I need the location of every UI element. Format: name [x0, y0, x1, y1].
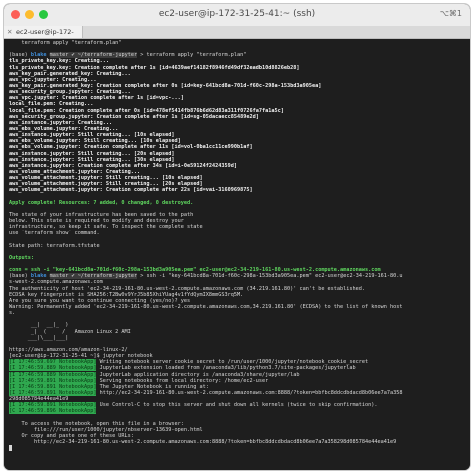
- terminal-text-segment: infrastructure, so keep it safe. To insp…: [9, 224, 203, 231]
- terminal-text-segment: aws_instance.jupyter: Creation complete …: [9, 162, 237, 169]
- terminal-text-segment: Apply complete! Resources: 7 added, 0 ch…: [9, 199, 194, 206]
- terminal-text-segment: local_file.pem: Creating...: [9, 101, 94, 108]
- terminal-text-segment: The state of your infrastructure has bee…: [9, 211, 194, 218]
- terminal-cursor: [9, 445, 12, 451]
- terminal-text-segment: ___|\___|___|: [9, 334, 69, 341]
- terminal-text-segment: s-west-2.compute.amazonaws.com: [9, 279, 103, 286]
- terminal-text-segment: aws_security_group.jupyter: Creation com…: [9, 113, 259, 120]
- terminal-text-segment: aws_key_pair.generated_key: Creation com…: [9, 82, 322, 89]
- terminal-text-segment: [I 17:46:59.697 NotebookApp]: [9, 359, 97, 366]
- terminal-text-segment: Serving notebooks from local directory: …: [96, 377, 269, 384]
- terminal-text-segment: Writing notebook server cookie secret to…: [96, 359, 369, 366]
- terminal-text-segment: ECDSA key fingerprint is SHA256:T2Bw0v9Y…: [9, 291, 244, 298]
- terminal-text-segment: [I 17:46:59.891 NotebookApp]: [9, 390, 97, 397]
- terminal-text-segment: aws_ebs_volume.jupyter: Creation complet…: [9, 144, 253, 151]
- terminal-text-segment: aws_volume_attachment.jupyter: Creation …: [9, 187, 253, 194]
- terminal-text-segment: aws_volume_attachment.jupyter: Still cre…: [9, 181, 203, 188]
- terminal-window: ec2-user@ip-172-31-25-41:~ (ssh) ⌥⌘1 ✕ e…: [4, 4, 470, 470]
- terminal-text-segment: The Jupyter Notebook is running at:: [96, 383, 209, 390]
- terminal-text-segment: aws_vpc.jupyter: Creation complete after…: [9, 95, 184, 102]
- terminal-text-segment: conn = ssh -i "key-641bcd8a-701d-f60c-29…: [9, 267, 381, 274]
- terminal-text-segment: below. This state is required to modify …: [9, 218, 184, 225]
- terminal-text-segment: blake: [30, 273, 50, 280]
- terminal-text-segment: > terraform apply "terraform.plan": [137, 52, 247, 59]
- terminal-text-segment: aws_instance.jupyter: Creating...: [9, 119, 113, 126]
- terminal-text-segment: aws_key_pair.generated_key: Creating...: [9, 70, 131, 77]
- terminal-text-segment: [C 17:46:59.896 NotebookApp]: [9, 408, 97, 415]
- terminal-text-segment: JupyterLab application directory is /ana…: [96, 371, 300, 378]
- terminal-text-segment: master ✔ ~/terraform-jupyter: [49, 52, 138, 59]
- terminal-text-segment: _| ( / Amazon Linux 2 AMI: [9, 328, 131, 335]
- terminal-text-segment: aws_ebs_volume.jupyter: Still creating..…: [9, 138, 181, 145]
- terminal-text-segment: [I 17:46:59.891 NotebookApp]: [9, 377, 97, 384]
- terminal-text-segment: [I 17:46:59.891 NotebookApp]: [9, 383, 97, 390]
- terminal-text-segment: Outputs:: [9, 254, 34, 261]
- terminal-text-segment: JupyterLab extension loaded from /anacon…: [96, 365, 356, 372]
- terminal-text-segment: State path: terraform.tfstate: [9, 242, 100, 249]
- terminal-text-segment: Warning: Permanently added 'ec2-34-219-1…: [9, 304, 403, 311]
- terminal-text-segment: master ✔ ~/terraform-jupyter: [49, 273, 138, 280]
- terminal-text-segment: blake: [30, 52, 50, 59]
- terminal-text-segment: 298d085784e44ea41e9: [9, 396, 69, 403]
- terminal-text-segment: Use Control-C to stop this server and sh…: [96, 402, 378, 409]
- window-shortcut: ⌥⌘1: [439, 9, 462, 18]
- terminal-text-segment: Are you sure you want to continue connec…: [9, 297, 191, 304]
- terminal-text-segment: aws_instance.jupyter: Still creating... …: [9, 132, 175, 139]
- terminal-text-segment: Or copy and paste one of these URLs:: [9, 433, 134, 439]
- terminal-text-segment: aws_volume_attachment.jupyter: Still cre…: [9, 175, 203, 182]
- close-tab-icon[interactable]: ✕: [7, 26, 12, 38]
- terminal-text-segment: [I 17:46:59.889 NotebookApp]: [9, 371, 97, 378]
- terminal-text-segment: https://aws.amazon.com/amazon-linux-2/: [9, 347, 128, 354]
- terminal-text-segment: aws_security_group.jupyter: Creating...: [9, 89, 131, 96]
- tab-bar: ✕ ec2-user@ip-172-31-...: [4, 26, 470, 48]
- terminal-output[interactable]: terraform apply "terraform.plan" (base) b…: [4, 39, 470, 470]
- terminal-text-segment: use `terraform show` command.: [9, 230, 100, 237]
- terminal-text-segment: aws_volume_attachment.jupyter: Creating.…: [9, 168, 141, 175]
- terminal-text-segment: aws_vpc.jupyter: Creating...: [9, 76, 97, 83]
- terminal-text-segment: [I 17:46:59.891 NotebookApp]: [9, 402, 97, 409]
- tab-ssh-session[interactable]: ✕ ec2-user@ip-172-31-...: [4, 26, 83, 48]
- terminal-line: Warning: Permanently added 'ec2-34-219-1…: [9, 304, 465, 310]
- terminal-text-segment: http://ec2-34-219-161-80.us-west-2.compu…: [9, 439, 397, 446]
- terminal-text-segment: s.: [9, 310, 16, 317]
- terminal-text-segment: aws_instance.jupyter: Still creating... …: [9, 150, 175, 157]
- terminal-text-segment: [I 17:46:59.889 NotebookApp]: [9, 365, 97, 372]
- terminal-text-segment: http://ec2-34-219-161-80.us-west-2.compu…: [96, 390, 403, 397]
- terminal-text-segment: tls_private_key.key: Creating...: [9, 58, 109, 65]
- terminal-line: [9, 445, 465, 451]
- terminal-line: [I 17:46:59.891 NotebookApp] http://ec2-…: [9, 390, 465, 397]
- terminal-text-segment: aws_ebs_volume.jupyter: Creating...: [9, 125, 119, 132]
- terminal-text-segment: file:///run/user/1000/jupyter/nbserver-1…: [9, 426, 203, 433]
- terminal-text-segment: > ssh -i "key-641bcd8a-701d-f60c-298a-15…: [137, 273, 403, 280]
- title-bar[interactable]: ec2-user@ip-172-31-25-41:~ (ssh) ⌥⌘1: [4, 4, 470, 27]
- terminal-text-segment: [ec2-user@ip-172-31-25-41 ~]$ jupyter no…: [9, 353, 153, 360]
- terminal-text-segment: (base): [9, 52, 31, 59]
- terminal-text-segment: (base): [9, 273, 31, 280]
- terminal-text-segment: tls_private_key.key: Creation complete a…: [9, 64, 300, 71]
- terminal-text-segment: aws_instance.jupyter: Still creating... …: [9, 156, 175, 163]
- terminal-text-segment: __| __|_ ): [9, 322, 69, 329]
- window-title: ec2-user@ip-172-31-25-41:~ (ssh): [158, 9, 316, 19]
- terminal-text-segment: local_file.pem: Creation complete after …: [9, 107, 284, 114]
- terminal-text-segment: The authenticity of host 'ec2-34-219-161…: [9, 285, 366, 292]
- terminal-text-segment: To access the notebook, open this file i…: [9, 420, 184, 427]
- terminal-text-segment: terraform apply "terraform.plan": [9, 40, 122, 46]
